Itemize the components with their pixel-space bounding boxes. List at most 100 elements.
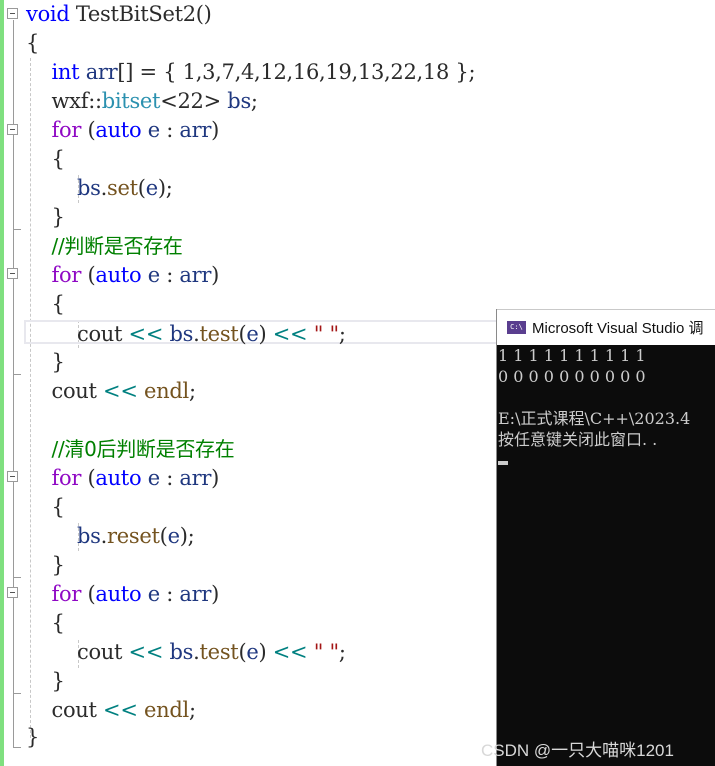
- fold-end-marker: [13, 577, 21, 578]
- code-token: for: [51, 582, 82, 606]
- code-token: bs: [169, 640, 194, 664]
- code-token: test: [199, 322, 239, 346]
- code-token: ): [211, 466, 219, 490]
- code-line[interactable]: cout << bs.test(e) << " ";: [26, 320, 346, 349]
- code-token: ): [211, 582, 219, 606]
- code-token: bs: [227, 89, 251, 113]
- code-token: e: [246, 322, 259, 346]
- code-token: bs: [169, 322, 194, 346]
- code-token: <<: [272, 640, 308, 664]
- console-output-line: 1 1 1 1 1 1 1 1 1 1: [498, 346, 646, 365]
- console-title-bar[interactable]: C:\ Microsoft Visual Studio 调: [497, 309, 715, 345]
- console-window[interactable]: C:\ Microsoft Visual Studio 调 1 1 1 1 1 …: [496, 309, 715, 766]
- code-token: //判断是否存在: [51, 234, 183, 258]
- code-token: ): [211, 118, 219, 142]
- code-line[interactable]: }: [26, 723, 39, 752]
- code-token: test: [199, 640, 239, 664]
- code-token: <<: [103, 379, 138, 403]
- code-token: :: [159, 582, 180, 606]
- code-token: (: [81, 582, 96, 606]
- code-line[interactable]: {: [26, 290, 65, 319]
- code-token: }: [26, 553, 65, 577]
- code-line[interactable]: }: [26, 203, 65, 232]
- console-cursor: [498, 461, 508, 465]
- code-token: );: [179, 524, 195, 548]
- code-token: e: [167, 524, 180, 548]
- code-token: ;: [188, 698, 196, 722]
- code-token: (: [159, 524, 168, 548]
- code-line[interactable]: for (auto e : arr): [26, 580, 220, 609]
- code-token: bs: [77, 524, 101, 548]
- code-token: {: [26, 611, 65, 635]
- code-token: (: [137, 176, 146, 200]
- code-token: <<: [272, 322, 308, 346]
- code-token: e: [145, 176, 158, 200]
- code-token: //清0后判断是否存在: [51, 437, 235, 461]
- code-token: for: [51, 466, 82, 490]
- code-token: for: [51, 118, 82, 142]
- code-line[interactable]: //清0后判断是否存在: [26, 435, 235, 464]
- code-line[interactable]: for (auto e : arr): [26, 261, 220, 290]
- code-line[interactable]: cout << endl;: [26, 696, 197, 725]
- code-token: <<: [128, 640, 164, 664]
- code-token: {: [26, 495, 65, 519]
- collapse-for-loop-3-icon[interactable]: [7, 471, 18, 482]
- collapse-function-icon[interactable]: [7, 8, 18, 19]
- code-token: bs: [77, 176, 101, 200]
- console-title: Microsoft Visual Studio 调: [532, 320, 704, 337]
- code-token: :: [159, 263, 180, 287]
- code-token: auto: [95, 118, 142, 142]
- code-line[interactable]: //判断是否存在: [26, 232, 183, 261]
- code-line[interactable]: {: [26, 145, 65, 174]
- code-token: [] = { 1,3,7,4,12,16,19,13,22,18 };: [117, 60, 476, 84]
- code-token: (: [81, 466, 96, 490]
- code-line[interactable]: }: [26, 348, 65, 377]
- code-token: e: [147, 118, 160, 142]
- code-token: set: [107, 176, 138, 200]
- code-token: (: [81, 263, 96, 287]
- code-token: arr: [179, 466, 212, 490]
- code-token: );: [157, 176, 173, 200]
- code-line[interactable]: for (auto e : arr): [26, 464, 220, 493]
- code-line[interactable]: {: [26, 609, 65, 638]
- code-token: ;: [188, 379, 196, 403]
- collapse-for-loop-2-icon[interactable]: [7, 268, 18, 279]
- code-token: cout: [26, 322, 129, 346]
- code-token: cout: [26, 698, 104, 722]
- code-token: ;: [338, 640, 346, 664]
- code-token: arr: [85, 60, 118, 84]
- code-token: arr: [179, 263, 212, 287]
- code-line[interactable]: bs.reset(e);: [26, 522, 195, 551]
- code-token: cout: [26, 640, 129, 664]
- code-line[interactable]: cout << bs.test(e) << " ";: [26, 638, 346, 667]
- code-token: }: [26, 669, 65, 693]
- code-line[interactable]: wxf::bitset<22> bs;: [26, 87, 258, 116]
- code-token: <<: [128, 322, 164, 346]
- watermark: CSDN @一只大喵咪1201: [481, 741, 674, 760]
- code-line[interactable]: for (auto e : arr): [26, 116, 220, 145]
- code-token: {: [26, 31, 40, 55]
- code-line[interactable]: }: [26, 667, 65, 696]
- code-token: wxf::: [26, 89, 103, 113]
- code-line[interactable]: {: [26, 29, 39, 58]
- code-token: auto: [95, 582, 142, 606]
- code-token: endl: [144, 698, 189, 722]
- code-line[interactable]: cout << endl;: [26, 377, 197, 406]
- code-token: for: [51, 263, 82, 287]
- code-line[interactable]: bs.set(e);: [26, 174, 173, 203]
- collapse-for-loop-4-icon[interactable]: [7, 587, 18, 598]
- code-line[interactable]: int arr[] = { 1,3,7,4,12,16,19,13,22,18 …: [26, 58, 476, 87]
- console-app-icon: C:\: [507, 321, 526, 334]
- code-token: e: [147, 582, 160, 606]
- code-token: e: [147, 466, 160, 490]
- code-line[interactable]: {: [26, 493, 65, 522]
- collapse-for-loop-1-icon[interactable]: [7, 124, 18, 135]
- code-line[interactable]: }: [26, 551, 65, 580]
- code-line[interactable]: void TestBitSet2(): [26, 0, 212, 29]
